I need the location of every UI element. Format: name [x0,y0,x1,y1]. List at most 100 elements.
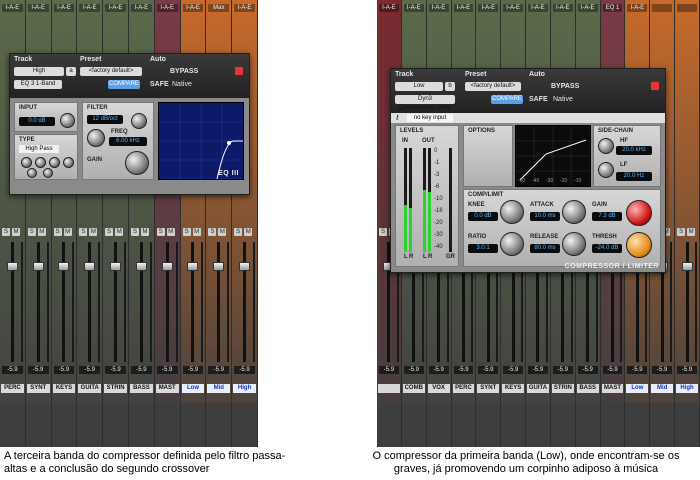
gain-knob[interactable] [626,200,652,226]
bypass-button[interactable]: BYPASS [170,68,198,75]
insert-slot[interactable]: I-A-E [627,4,648,12]
insert-slot[interactable]: I-A-E [27,4,49,12]
insert-slot[interactable]: I-A-E [379,4,399,12]
lf-knob[interactable] [598,162,614,178]
fader-handle[interactable] [161,262,173,271]
solo-button[interactable]: S [53,228,62,236]
attack-knob[interactable] [562,200,586,224]
track-name[interactable]: PERC [1,384,24,393]
track-name[interactable]: KEYS [52,384,76,393]
track-name[interactable]: High [676,384,698,393]
track-name[interactable]: BASS [576,384,599,393]
track-name[interactable]: COMB [402,384,425,393]
type-lowpass-icon[interactable] [43,168,53,178]
type-lowshelf-icon[interactable] [27,168,37,178]
track-name[interactable]: VOX [427,384,450,393]
insert-slot[interactable]: I-A-E [528,4,548,12]
insert-slot[interactable]: I-A-E [552,4,573,12]
preset-selector[interactable]: <factory default> [80,67,142,76]
solo-button[interactable]: S [79,228,88,236]
knee-knob[interactable] [500,200,524,224]
track-name[interactable]: Low [626,384,649,393]
fader-handle[interactable] [187,262,199,271]
freq-value[interactable]: 6.00 kHz [109,137,147,146]
input-knob[interactable] [60,113,75,128]
fader-handle[interactable] [135,262,147,271]
track-letter[interactable]: a [66,67,76,76]
bypass-button[interactable]: BYPASS [551,83,579,90]
insert-slot[interactable]: I-A-E [478,4,499,12]
mute-button[interactable]: M [115,228,124,236]
fader-handle[interactable] [681,262,693,271]
compare-button[interactable]: COMPARE [108,80,140,89]
lf-value[interactable]: 20.0 Hz [616,172,652,181]
insert-slot[interactable]: I-A-E [503,4,524,12]
key-icon[interactable]: ⚷ [395,114,399,121]
hf-value[interactable]: 20.0 kHz [616,146,652,155]
track-name[interactable]: GUITA [527,384,549,393]
mute-button[interactable]: M [37,228,46,236]
compare-button[interactable]: COMPARE [491,95,523,104]
insert-slot[interactable] [652,4,673,12]
safe-button[interactable]: SAFE [529,96,548,103]
insert-slot[interactable]: I-A-E [577,4,598,12]
mute-button[interactable]: M [89,228,98,236]
fader-handle[interactable] [58,262,70,271]
track-name[interactable]: KEYS [502,384,525,393]
track-name[interactable]: STRIN [551,384,574,393]
solo-button[interactable]: S [27,228,36,236]
insert-selector[interactable]: Dyn3 Compressor/Limiter [395,95,455,111]
fader-handle[interactable] [84,262,96,271]
insert-slot[interactable]: I-A-E [156,4,178,12]
insert-slot[interactable]: Max [208,4,230,12]
release-value[interactable]: 80.0 ms [530,244,560,253]
fader-handle[interactable] [213,262,225,271]
insert-selector[interactable]: EQ 3 1-Band [14,80,62,89]
insert-slot[interactable]: I-A-E [105,4,126,12]
track-name[interactable]: High [233,384,256,393]
track-name[interactable] [378,384,400,393]
thresh-value[interactable]: -24.0 dB [592,244,622,253]
safe-button[interactable]: SAFE [150,81,169,88]
type-bell-icon[interactable] [49,157,60,168]
solo-button[interactable]: S [208,228,217,236]
solo-button[interactable]: S [182,228,191,236]
solo-button[interactable]: S [234,228,243,236]
track-name[interactable]: MAST [155,384,179,393]
mute-button[interactable]: M [63,228,72,236]
track-name[interactable]: MAST [601,384,624,393]
insert-slot[interactable]: I-A-E [79,4,101,12]
track-name[interactable]: PERC [452,384,475,393]
track-name[interactable]: SYNT [477,384,500,393]
hf-knob[interactable] [598,138,614,154]
solo-button[interactable]: S [105,228,114,236]
track-name[interactable]: Mid [651,384,674,393]
solo-button[interactable]: S [156,228,165,236]
freq-knob[interactable] [87,129,105,147]
mute-button[interactable]: M [218,228,227,236]
preset-selector[interactable]: <factory default> [465,82,521,91]
mute-button[interactable]: M [687,228,696,236]
close-icon[interactable] [651,82,659,90]
insert-slot[interactable]: I-A-E [453,4,474,12]
insert-slot[interactable] [677,4,697,12]
fader-handle[interactable] [110,262,122,271]
insert-slot[interactable]: I-A-E [234,4,255,12]
mute-button[interactable]: M [192,228,201,236]
solo-button[interactable]: S [2,228,10,236]
close-icon[interactable] [235,67,243,75]
gain-value[interactable]: 7.3 dB [592,212,622,221]
thresh-knob[interactable] [626,232,652,258]
solo-button[interactable]: S [131,228,139,236]
fader-handle[interactable] [32,262,44,271]
type-notch-icon[interactable] [35,157,46,168]
filter-slope-value[interactable]: 12 dB/oct [87,115,123,124]
solo-button[interactable]: S [379,228,387,236]
slope-knob[interactable] [131,113,147,129]
gain-knob[interactable] [125,151,149,175]
track-name[interactable]: BASS [130,384,153,393]
insert-slot[interactable]: EQ 1 [602,4,623,12]
track-selector[interactable]: Low [395,82,443,91]
insert-slot[interactable]: I-A-E [428,4,449,12]
mute-button[interactable]: M [141,228,149,236]
